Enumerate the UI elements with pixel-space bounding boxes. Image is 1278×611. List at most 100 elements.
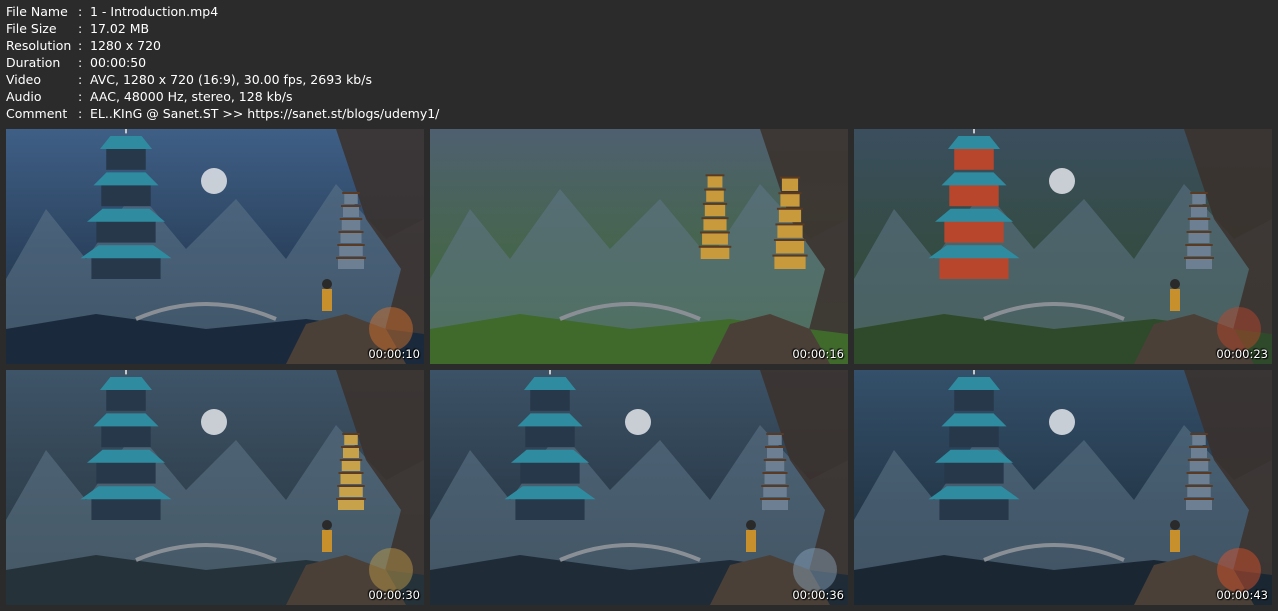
separator: : [78, 106, 83, 121]
tower-eave [772, 254, 808, 257]
thumbnail-frame[interactable]: 00:00:36 [430, 370, 848, 605]
hiker-head [322, 279, 332, 289]
hiker-figure [322, 289, 332, 311]
tower-eave [776, 207, 804, 210]
timestamp-label: 00:00:36 [792, 588, 844, 602]
thumbnail-frame[interactable]: 00:00:43 [854, 370, 1272, 605]
thumbnail-frame[interactable]: 00:00:30 [6, 370, 424, 605]
separator: : [78, 21, 83, 36]
moon-icon [201, 168, 227, 194]
lava-glow [369, 307, 413, 351]
tower-tier [340, 473, 362, 484]
resolution-label: Resolution [6, 38, 72, 53]
timestamp-label: 00:00:30 [368, 588, 420, 602]
pagoda-wall [525, 423, 575, 448]
resolution-row: Resolution : 1280 x 720 [6, 37, 439, 54]
tower-tier [763, 486, 787, 497]
tower-tier [777, 224, 803, 238]
hiker-head [1170, 520, 1180, 530]
tower-tier [774, 255, 806, 269]
pagoda-wall [944, 460, 1004, 484]
tower-eave [1184, 498, 1214, 500]
tower-eave [775, 223, 805, 226]
tower-eave [339, 218, 363, 220]
tower-tier [1189, 219, 1209, 230]
hiker-figure [1170, 530, 1180, 552]
video-row: Video : AVC, 1280 x 720 (16:9), 30.00 fp… [6, 71, 439, 88]
tower-tier [703, 218, 727, 231]
tower-tier [775, 240, 805, 254]
tower-eave [339, 459, 363, 461]
tower-eave [342, 433, 360, 435]
comment-label: Comment [6, 106, 68, 121]
pagoda-wall [520, 460, 580, 484]
tower-tier [341, 219, 361, 230]
pagoda-wall [106, 387, 146, 411]
tower-tier [339, 486, 363, 497]
file-size-label: File Size [6, 21, 57, 36]
tower-tier [781, 177, 799, 191]
scene-image [430, 370, 848, 605]
tower-tier [344, 434, 358, 445]
tower-eave [1187, 218, 1211, 220]
tower-eave [1186, 472, 1212, 474]
tower-eave [761, 485, 789, 487]
hiker-head [746, 520, 756, 530]
scene-image [430, 129, 848, 364]
separator: : [78, 72, 83, 87]
pagoda-wall [96, 219, 156, 243]
tower-eave [342, 192, 360, 194]
thumbnail-grid: 00:00:10 00:00:16 00:00:23 00:00:30 00:0… [6, 129, 1272, 605]
tower-tier [1187, 245, 1211, 256]
lava-glow [1217, 548, 1261, 592]
scene-image [6, 129, 424, 364]
thumbnail-frame[interactable]: 00:00:10 [6, 129, 424, 364]
tower-eave [1190, 433, 1208, 435]
tower-eave [338, 472, 364, 474]
tower-eave [766, 433, 784, 435]
tower-eave [338, 231, 364, 233]
separator: : [78, 4, 83, 19]
hiker-head [322, 520, 332, 530]
tower-tier [767, 447, 783, 458]
file-size-row: File Size : 17.02 MB [6, 20, 439, 37]
lava-glow [369, 548, 413, 592]
tower-eave [778, 192, 802, 195]
tower-eave [1189, 205, 1209, 207]
timestamp-label: 00:00:10 [368, 347, 420, 361]
tower-eave [336, 498, 366, 500]
pagoda-wall [91, 496, 161, 520]
pagoda-wall [939, 255, 1009, 279]
thumbnail-frame[interactable]: 00:00:16 [430, 129, 848, 364]
pagoda-spire [549, 370, 551, 375]
tower-tier [1188, 473, 1210, 484]
pagoda-wall [515, 496, 585, 520]
audio-value: AAC, 48000 Hz, stereo, 128 kb/s [90, 89, 293, 104]
timestamp-label: 00:00:16 [792, 347, 844, 361]
hiker-figure [746, 530, 756, 552]
tower-eave [1187, 459, 1211, 461]
tower-eave [773, 239, 807, 241]
comment-row: Comment : EL..KInG @ Sanet.ST >> https:/… [6, 105, 439, 122]
tower-tier [762, 499, 788, 510]
file-info-panel: File Name : 1 - Introduction.mp4 File Si… [6, 3, 439, 122]
file-size-value: 17.02 MB [90, 21, 150, 36]
separator: : [78, 38, 83, 53]
tower-tier [778, 209, 802, 223]
tower-tier [764, 473, 786, 484]
pagoda-spire [973, 370, 975, 375]
tower-eave [779, 176, 801, 179]
tower-tier [765, 460, 785, 471]
pagoda-spire [125, 370, 127, 375]
hiker-figure [322, 530, 332, 552]
thumbnail-frame[interactable]: 00:00:23 [854, 129, 1272, 364]
tower-eave [701, 217, 729, 220]
timestamp-label: 00:00:23 [1216, 347, 1268, 361]
hiker-figure [1170, 289, 1180, 311]
file-name-label: File Name [6, 4, 68, 19]
tower-tier [339, 245, 363, 256]
tower-eave [700, 231, 730, 234]
tower-tier [707, 175, 723, 188]
tower-eave [1190, 192, 1208, 194]
pagoda-wall [954, 387, 994, 411]
